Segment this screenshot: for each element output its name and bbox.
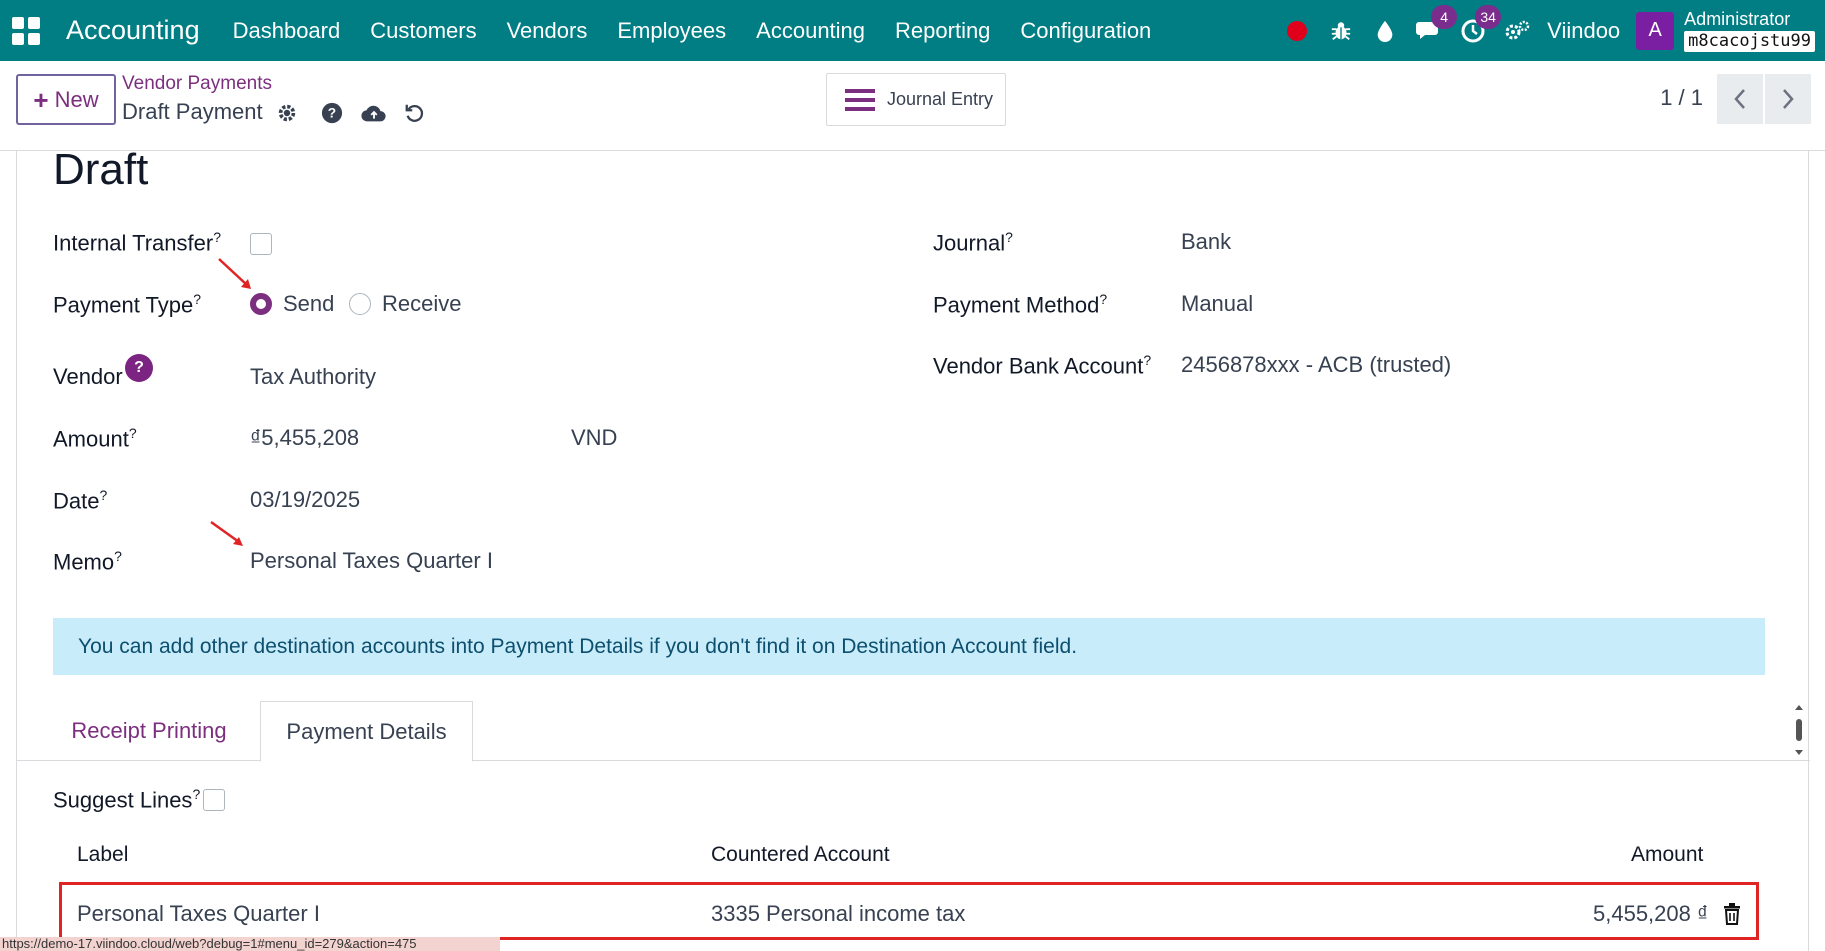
- payment-type-receive-radio[interactable]: [349, 293, 371, 315]
- chat-icon[interactable]: 4: [1407, 0, 1458, 61]
- column-header-account[interactable]: Countered Account: [711, 843, 890, 867]
- payment-type-send-label[interactable]: Send: [283, 291, 334, 317]
- status-title: Draft: [53, 145, 149, 194]
- amount-field[interactable]: ₫5,455,208: [250, 425, 359, 451]
- debug-bug-icon[interactable]: [1319, 0, 1363, 61]
- annotation-arrow-icon: [218, 258, 251, 289]
- amount-label: Amount?: [53, 425, 137, 452]
- journal-field[interactable]: Bank: [1181, 229, 1231, 255]
- plus-icon: +: [33, 84, 49, 115]
- activity-clock-icon[interactable]: 34: [1451, 0, 1502, 61]
- internal-transfer-checkbox[interactable]: [250, 233, 272, 255]
- settings-gears-icon[interactable]: [1495, 0, 1539, 61]
- control-panel: + New Vendor Payments Draft Payment ? Jo…: [0, 61, 1825, 151]
- row-amount-cell[interactable]: 5,455,208 ₫: [1593, 901, 1708, 927]
- suggest-lines-label: Suggest Lines?: [53, 786, 201, 813]
- trash-icon[interactable]: [1723, 903, 1741, 925]
- row-label-cell[interactable]: Personal Taxes Quarter I: [77, 901, 320, 927]
- recording-dot-icon[interactable]: [1275, 0, 1319, 61]
- vendor-help-icon[interactable]: ?: [125, 354, 153, 382]
- tab-payment-details[interactable]: Payment Details: [260, 701, 473, 762]
- pager-value[interactable]: 1 / 1: [1660, 85, 1703, 111]
- gear-icon[interactable]: [273, 99, 301, 127]
- menu-employees[interactable]: Employees: [602, 18, 741, 44]
- theme-drop-icon[interactable]: [1363, 0, 1407, 61]
- help-mark[interactable]: ?: [193, 291, 201, 307]
- payment-type-send-radio[interactable]: [250, 293, 272, 315]
- menu-customers[interactable]: Customers: [355, 18, 491, 44]
- record-title: Draft Payment: [122, 99, 263, 124]
- memo-field[interactable]: Personal Taxes Quarter I: [250, 548, 493, 574]
- journal-entry-label: Journal Entry: [887, 89, 994, 109]
- payment-type-label: Payment Type?: [53, 291, 202, 318]
- memo-label: Memo?: [53, 548, 122, 575]
- app-brand[interactable]: Accounting: [66, 15, 200, 46]
- help-mark[interactable]: ?: [99, 487, 107, 503]
- svg-text:?: ?: [328, 106, 336, 121]
- annotation-arrow-icon: [210, 520, 243, 546]
- top-navbar: Accounting Dashboard Customers Vendors E…: [0, 0, 1825, 61]
- breadcrumb-vendor-payments[interactable]: Vendor Payments: [122, 73, 272, 95]
- new-button[interactable]: + New: [16, 74, 116, 125]
- tab-receipt-printing[interactable]: Receipt Printing: [53, 701, 245, 761]
- user-name: Administrator: [1684, 8, 1791, 29]
- user-avatar[interactable]: A: [1636, 11, 1675, 50]
- vendor-field[interactable]: Tax Authority: [250, 364, 376, 390]
- scrollbar-icon[interactable]: [1794, 705, 1804, 755]
- menu-accounting[interactable]: Accounting: [741, 18, 880, 44]
- menu-dashboard[interactable]: Dashboard: [218, 18, 356, 44]
- browser-status-url: https://demo-17.viindoo.cloud/web?debug=…: [0, 937, 500, 951]
- vendor-label: Vendor: [53, 364, 123, 389]
- cloud-save-icon[interactable]: [360, 99, 388, 127]
- menu-reporting[interactable]: Reporting: [880, 18, 1005, 44]
- database-name: m8cacojstu99: [1684, 30, 1815, 52]
- payment-type-receive-label[interactable]: Receive: [382, 291, 461, 317]
- notebook-tabs: Receipt Printing Payment Details: [17, 701, 1810, 762]
- new-button-label: New: [54, 86, 99, 112]
- apps-menu-icon[interactable]: [11, 16, 41, 46]
- date-field[interactable]: 03/19/2025: [250, 487, 360, 513]
- help-mark[interactable]: ?: [1143, 352, 1151, 368]
- user-menu[interactable]: Administrator m8cacojstu99: [1684, 10, 1815, 52]
- list-bars-icon: [845, 88, 875, 111]
- suggest-lines-checkbox[interactable]: [203, 789, 225, 811]
- vendor-bank-account-field[interactable]: 2456878xxx - ACB (trusted): [1181, 352, 1451, 378]
- row-account-cell[interactable]: 3335 Personal income tax: [711, 901, 965, 927]
- date-label: Date?: [53, 487, 108, 514]
- form-sheet: Draft Internal Transfer? Payment Type? S…: [16, 145, 1810, 951]
- help-mark[interactable]: ?: [114, 548, 122, 564]
- help-mark[interactable]: ?: [129, 425, 137, 441]
- currency-field[interactable]: VND: [571, 425, 617, 451]
- discard-undo-icon[interactable]: [401, 99, 429, 127]
- vendor-bank-account-label: Vendor Bank Account?: [933, 352, 1152, 379]
- help-mark[interactable]: ?: [1005, 229, 1013, 245]
- help-mark[interactable]: ?: [1099, 291, 1107, 307]
- help-mark[interactable]: ?: [213, 229, 221, 245]
- column-header-label[interactable]: Label: [77, 843, 128, 867]
- payment-method-label: Payment Method?: [933, 291, 1108, 318]
- journal-entry-smart-button[interactable]: Journal Entry: [826, 73, 1006, 126]
- journal-label: Journal?: [933, 229, 1013, 256]
- help-icon[interactable]: ?: [318, 99, 346, 127]
- menu-configuration[interactable]: Configuration: [1005, 18, 1166, 44]
- info-alert: You can add other destination accounts i…: [53, 618, 1765, 675]
- company-switcher[interactable]: Viindoo: [1539, 18, 1636, 44]
- payment-method-field[interactable]: Manual: [1181, 291, 1253, 317]
- pager-previous-icon[interactable]: [1717, 74, 1763, 124]
- internal-transfer-label: Internal Transfer?: [53, 229, 221, 256]
- column-header-amount[interactable]: Amount: [1631, 843, 1703, 867]
- help-mark[interactable]: ?: [192, 786, 200, 802]
- pager-next-icon[interactable]: [1765, 74, 1811, 124]
- menu-vendors[interactable]: Vendors: [492, 18, 603, 44]
